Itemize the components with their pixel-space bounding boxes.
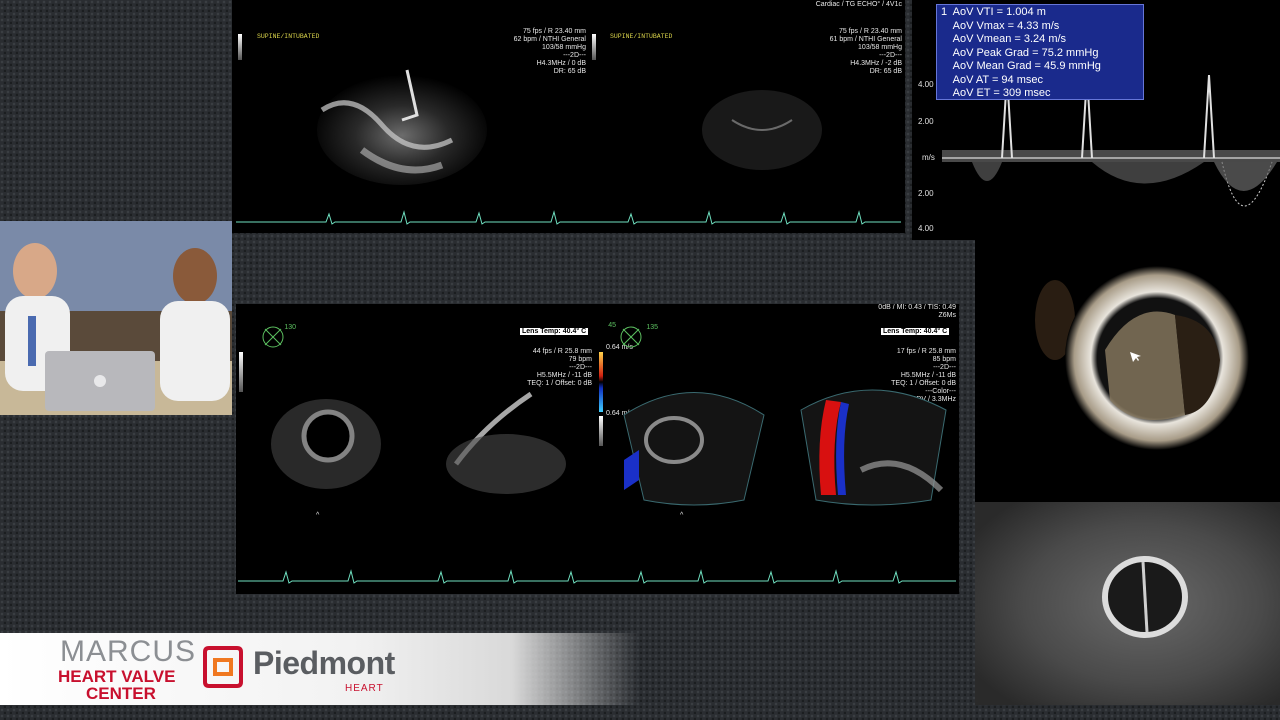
marcus-title: MARCUS (60, 635, 197, 668)
echo-image-left (317, 69, 487, 185)
valve-3d-panel (975, 240, 1280, 502)
caret-marker: ^ (680, 512, 684, 519)
gray-scale-bar (238, 34, 242, 60)
probe-angle-value: 130 (284, 324, 296, 331)
probe-angle-num: 45 (608, 322, 616, 329)
color-velocity-scale (599, 352, 603, 412)
echo-image-bottom-left (271, 391, 566, 494)
echo-bottom-panel: 0dB / MI: 0.43 / TIS: 0.49 Z6Ms 130 Lens… (236, 304, 959, 594)
safety-indices: 0dB / MI: 0.43 / TIS: 0.49 Z6Ms (878, 304, 956, 319)
measurement-row: 1 AoV VTI = 1.004 m (941, 6, 1046, 18)
ecg-trace (236, 210, 901, 225)
ct-scan-panel (975, 502, 1280, 705)
probe-angle-value: 135 (646, 324, 658, 331)
piedmont-logo-icon (203, 646, 243, 688)
measurement-row: AoV Vmean = 3.24 m/s (941, 33, 1067, 45)
measurement-row: AoV ET = 309 msec (941, 87, 1051, 99)
measurement-row: AoV Vmax = 4.33 m/s (941, 19, 1060, 32)
gray-scale-bar (592, 34, 596, 60)
presenter-video (0, 221, 232, 415)
caret-marker: ^ (316, 512, 320, 519)
measurement-row: AoV Mean Grad = 45.9 mmHg (941, 60, 1101, 72)
piedmont-wordmark: Piedmont (253, 645, 395, 681)
echo-top-header: Cardiac / TG ECHO° / 4V1c (815, 1, 902, 8)
measurement-row: AoV Peak Grad = 75.2 mmHg (941, 46, 1099, 59)
echo-top-panel: Cardiac / TG ECHO° / 4V1c SUPINE/INTUBAT… (232, 0, 905, 233)
center-text: CENTER (86, 684, 156, 703)
video-frame (0, 221, 232, 415)
lens-temp-badge: Lens Temp: 40.4° C (520, 328, 589, 335)
scan-params-left: 44 fps / R 25.8 mm 79 bpm ---2D--- H5.5M… (527, 348, 592, 387)
patient-position-label: SUPINE/INTUBATED (610, 33, 673, 40)
ecg-trace (238, 569, 956, 584)
aortic-valve-measurements: 1 AoV VTI = 1.004 m AoV Vmax = 4.33 m/s … (936, 4, 1144, 100)
valve-3d-render (1035, 266, 1249, 450)
gray-scale-bar (239, 352, 243, 392)
piedmont-heart-text: HEART (345, 683, 384, 694)
lens-temp-badge: Lens Temp: 40.4° C (881, 328, 950, 335)
color-doppler-right (800, 389, 947, 506)
brand-bar: MARCUS HEART VALVE CENTER Piedmont HEART (0, 633, 640, 705)
gray-scale-bar (599, 416, 603, 446)
color-doppler-left (623, 392, 765, 506)
ct-scan-image (975, 502, 1280, 705)
echo-image-right (702, 90, 822, 170)
measurement-row: AoV AT = 94 msec (941, 73, 1044, 86)
